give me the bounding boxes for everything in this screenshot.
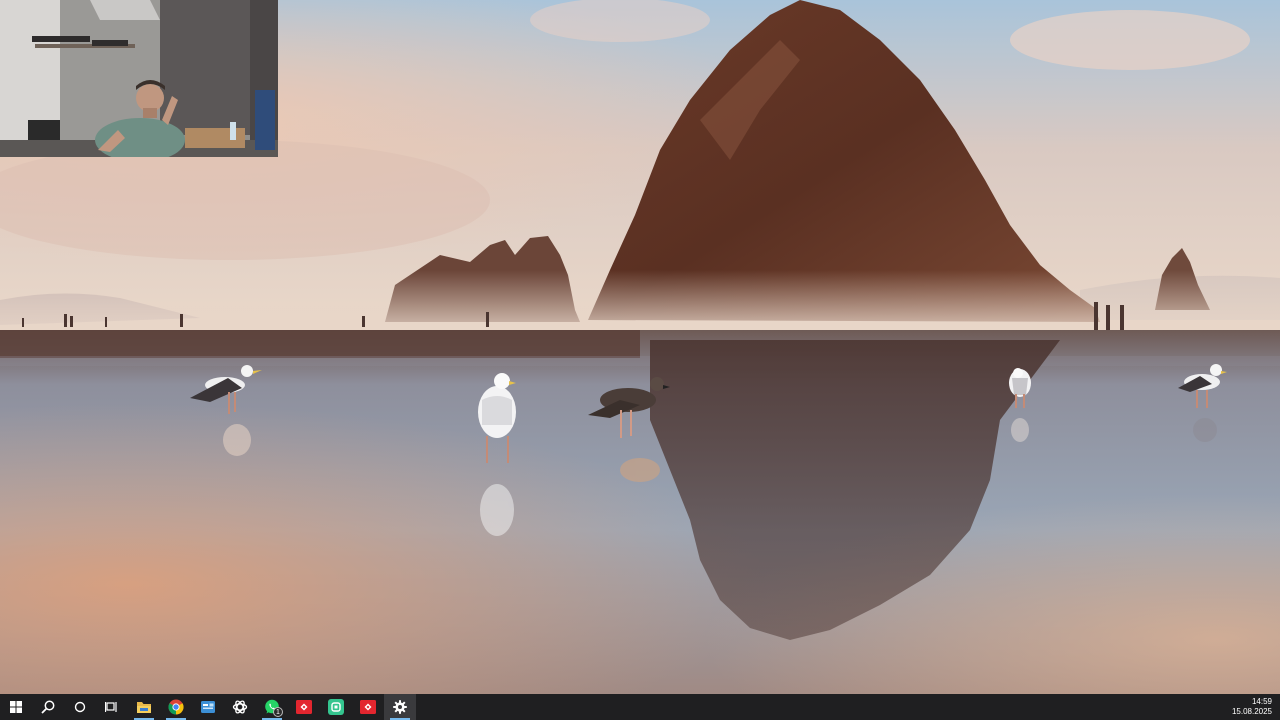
- anydesk-button[interactable]: [288, 694, 320, 720]
- app-button[interactable]: [192, 694, 224, 720]
- webcam-feed: [0, 0, 278, 157]
- windows-logo-icon: [10, 701, 22, 713]
- gear-icon: [393, 700, 407, 714]
- search-icon: [41, 700, 55, 714]
- start-button[interactable]: [0, 694, 32, 720]
- task-view-icon: [105, 702, 117, 712]
- app-icon: [201, 701, 215, 713]
- anydesk-icon: [296, 700, 312, 714]
- app-green-button[interactable]: [320, 694, 352, 720]
- search-button[interactable]: [32, 694, 64, 720]
- clock-date: 15.08.2025: [1231, 707, 1272, 716]
- system-clock[interactable]: 14:59 15.08.2025: [1220, 694, 1280, 720]
- webcam-overlay: [0, 0, 278, 157]
- anydesk-button-2[interactable]: [352, 694, 384, 720]
- chrome-icon: [168, 699, 184, 715]
- chatgpt-icon: [232, 700, 248, 714]
- cortana-button[interactable]: [64, 694, 96, 720]
- file-explorer-button[interactable]: [128, 694, 160, 720]
- settings-button[interactable]: [384, 694, 416, 720]
- notification-badge: 1: [273, 707, 283, 717]
- taskbar: 1 14:59 15.08.2025: [0, 694, 1280, 720]
- anydesk-icon: [360, 700, 376, 714]
- circle-icon: [74, 701, 86, 713]
- chrome-button[interactable]: [160, 694, 192, 720]
- folder-icon: [137, 702, 151, 713]
- whatsapp-button[interactable]: 1: [256, 694, 288, 720]
- clock-time: 14:59: [1251, 697, 1272, 706]
- chatgpt-button[interactable]: [224, 694, 256, 720]
- app-green-icon: [328, 699, 344, 715]
- task-view-button[interactable]: [96, 694, 128, 720]
- desktop: [0, 0, 1280, 694]
